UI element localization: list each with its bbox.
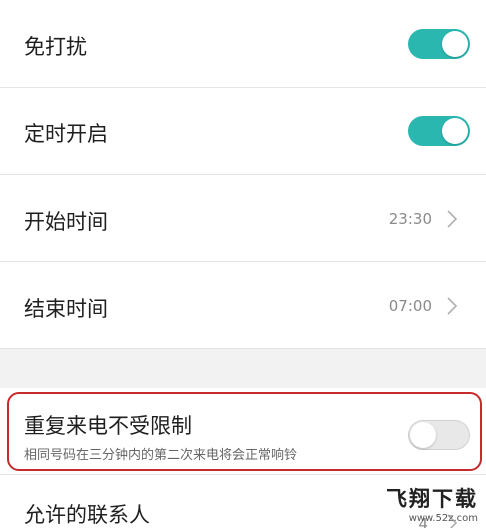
scheduled-label: 定时开启	[24, 122, 108, 146]
end-time-value: 07:00	[388, 297, 432, 315]
start-time-row[interactable]: 开始时间 23:30	[0, 175, 486, 262]
watermark: 飞翔下载 www.52z.com	[386, 483, 478, 524]
end-time-row[interactable]: 结束时间 07:00	[0, 262, 486, 349]
dnd-row[interactable]: 免打扰	[0, 0, 486, 88]
watermark-title: 飞翔下载	[386, 487, 478, 511]
chevron-right-icon	[447, 210, 458, 228]
highlight-box	[7, 392, 482, 471]
section-gap	[0, 349, 486, 388]
start-time-value: 23:30	[388, 210, 432, 228]
allowed-contacts-label: 允许的联系人	[24, 503, 150, 527]
end-time-label: 结束时间	[24, 297, 108, 321]
toggle-knob	[442, 118, 468, 144]
dnd-label: 免打扰	[24, 35, 87, 59]
toggle-knob	[442, 31, 468, 57]
chevron-right-icon	[447, 297, 458, 315]
scheduled-row[interactable]: 定时开启	[0, 88, 486, 175]
dnd-toggle[interactable]	[408, 29, 470, 59]
scheduled-toggle[interactable]	[408, 116, 470, 146]
watermark-url: www.52z.com	[408, 513, 478, 524]
start-time-label: 开始时间	[24, 210, 108, 234]
